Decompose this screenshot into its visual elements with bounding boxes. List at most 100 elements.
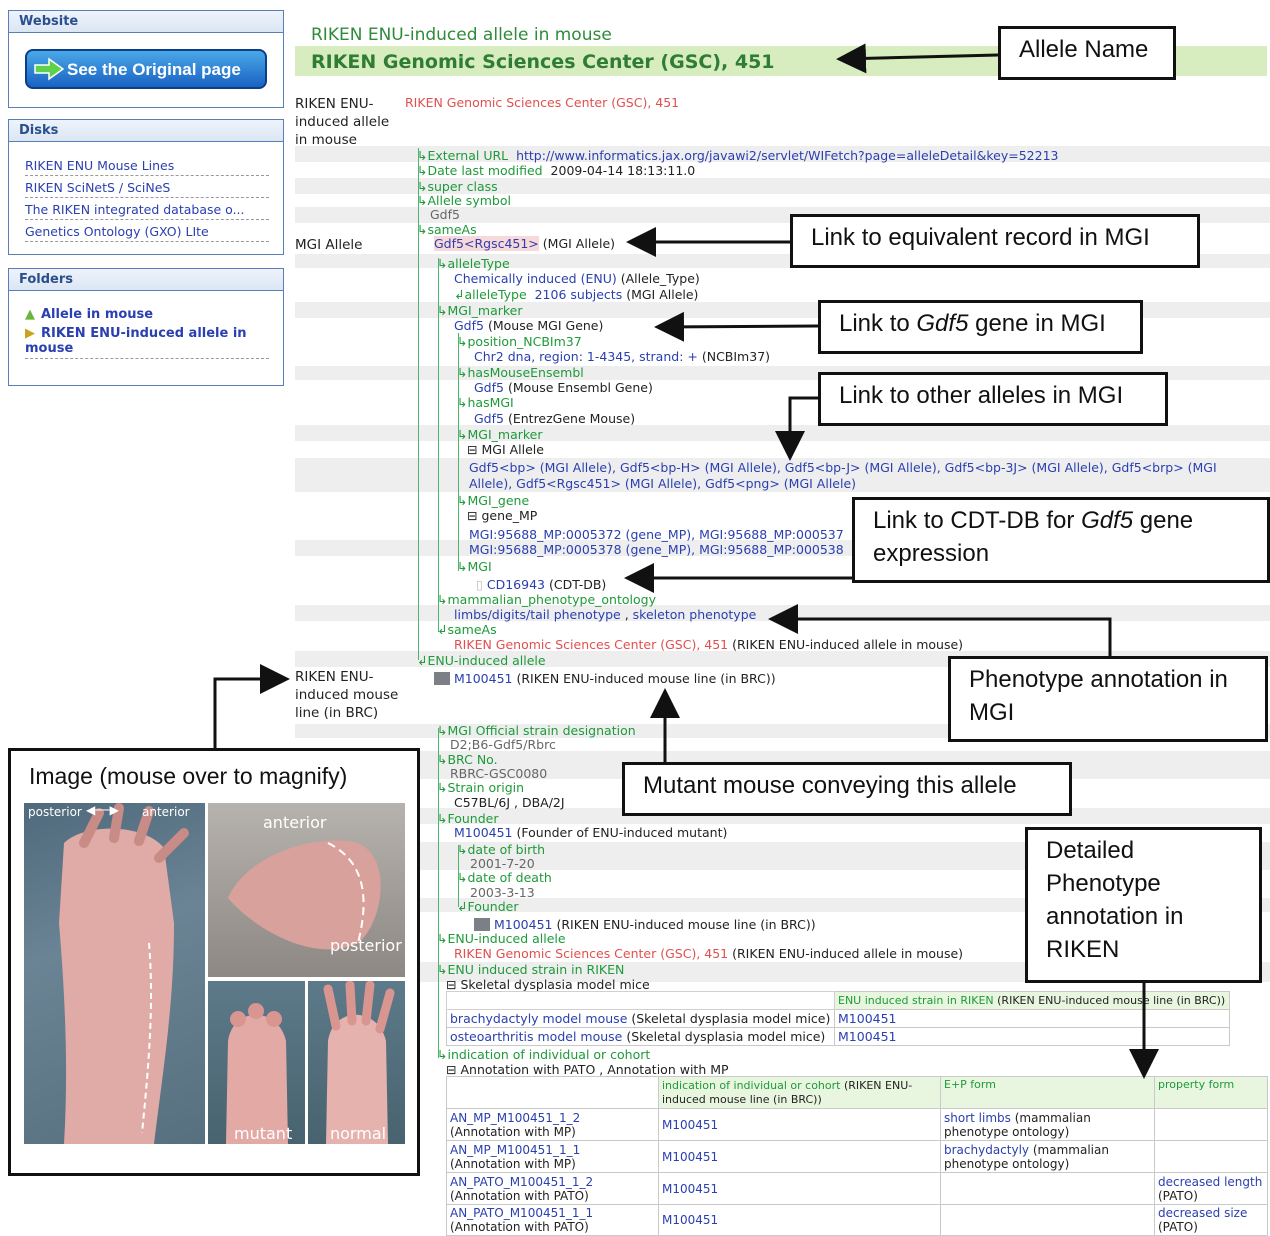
annot-ep-cell: short limbs (mammalian phenotype ontolog… xyxy=(940,1108,1155,1141)
annot-id-link[interactable]: AN_PATO_M100451_1_1 xyxy=(450,1206,593,1220)
annot-ind-link[interactable]: M100451 xyxy=(658,1204,941,1236)
dob-row: ↳date of birth xyxy=(457,842,546,857)
founder2-link[interactable]: M100451 xyxy=(494,917,553,932)
dob-value: 2001-7-20 xyxy=(470,856,535,871)
tree-line xyxy=(438,728,439,1058)
row-band xyxy=(295,425,1270,441)
brc-row: ↳BRC No. xyxy=(437,752,498,767)
subjects-link[interactable]: 2106 subjects xyxy=(535,287,623,302)
entrez-link[interactable]: Gdf5 xyxy=(474,411,504,426)
gsc-link[interactable]: RIKEN Genomic Sciences Center (GSC), 451 xyxy=(454,637,728,652)
annot-ep-link[interactable]: brachydactyly xyxy=(944,1143,1029,1157)
disk-link-integrated[interactable]: The RIKEN integrated database o... xyxy=(25,198,269,220)
collapse-icon[interactable]: ⊟ xyxy=(446,977,456,992)
alleletype-row: ↳alleleType xyxy=(437,256,510,271)
disk-link-gxo[interactable]: Genetics Ontology (GXO) LIte xyxy=(25,220,269,242)
pheno-link-skeleton[interactable]: skeleton phenotype xyxy=(633,607,757,622)
mp-line1[interactable]: MGI:95688_MP:0005372 (gene_MP), MGI:9568… xyxy=(469,527,844,542)
strain-value: C57BL/6J , DBA/2J xyxy=(454,795,565,810)
collapse-icon[interactable]: ⊟ xyxy=(467,508,477,523)
skeletal-tree[interactable]: ⊟ Skeletal dysplasia model mice xyxy=(446,977,650,992)
annot-id-link[interactable]: AN_MP_M100451_1_2 xyxy=(450,1111,580,1125)
annot-prop-cell xyxy=(1154,1140,1268,1173)
row-label-mouse-line: RIKEN ENU-induced mouse line (in BRC) xyxy=(295,669,399,721)
sameas2-row: ↲sameAs xyxy=(437,622,497,637)
annot-id-link[interactable]: AN_PATO_M100451_1_2 xyxy=(450,1175,593,1189)
other-alleles-line2[interactable]: Allele), Gdf5<Rgsc451> (MGI Allele), Gdf… xyxy=(469,476,856,491)
other-alleles-line1[interactable]: Gdf5<bp> (MGI Allele), Gdf5<bp-H> (MGI A… xyxy=(469,460,1217,475)
mutant-foot-photo[interactable]: mutant xyxy=(208,981,305,1144)
annot-header-ep: E+P form xyxy=(940,1076,1155,1109)
strain-link[interactable]: brachydactyly model mouse xyxy=(450,1011,627,1026)
mp-line2[interactable]: MGI:95688_MP:0005378 (gene_MP), MGI:9568… xyxy=(469,542,844,557)
gsc2-link[interactable]: RIKEN Genomic Sciences Center (GSC), 451 xyxy=(454,946,728,961)
folder-allele-in-mouse[interactable]: ▲ Allele in mouse xyxy=(25,305,269,324)
normal-foot-photo[interactable]: normal xyxy=(308,981,405,1144)
indication-row: ↳indication of individual or cohort xyxy=(437,1047,651,1062)
annot-id-link[interactable]: AN_MP_M100451_1_1 xyxy=(450,1143,580,1157)
annot-prop-cell xyxy=(1154,1108,1268,1141)
annot-ind-link[interactable]: M100451 xyxy=(658,1140,941,1173)
annot-ep-link[interactable]: short limbs xyxy=(944,1111,1011,1125)
strain-table-corner xyxy=(446,991,835,1010)
founder2-row: ↲Founder xyxy=(457,899,519,914)
strain-name-cell: osteoarthritis model mouse (Skeletal dys… xyxy=(446,1027,835,1046)
strain-name-cell: brachydactyly model mouse (Skeletal dysp… xyxy=(446,1009,835,1028)
mgi-allele-link[interactable]: Gdf5<Rgsc451> xyxy=(434,236,539,251)
gene-mp-tree[interactable]: ⊟ gene_MP xyxy=(467,508,537,523)
super-class-row[interactable]: ↳super class xyxy=(417,179,498,194)
class-name: RIKEN ENU-induced allele in mouse xyxy=(311,25,612,45)
annot-prop-link[interactable]: decreased size xyxy=(1158,1206,1247,1220)
mouse-line-link[interactable]: M100451 xyxy=(454,671,513,686)
disks-box: Disks RIKEN ENU Mouse Lines RIKEN SciNet… xyxy=(8,119,284,255)
cd-link[interactable]: CD16943 xyxy=(487,577,545,592)
gdf5-gene-link[interactable]: Gdf5 xyxy=(454,318,484,333)
entrez-row: Gdf5 (EntrezGene Mouse) xyxy=(474,411,636,426)
mouse-line-row: M100451 (RIKEN ENU-induced mouse line (i… xyxy=(434,671,776,686)
collapse-icon[interactable]: ⊟ xyxy=(467,442,477,457)
annot-prop-link[interactable]: decreased length xyxy=(1158,1175,1262,1189)
allele-title: RIKEN Genomic Sciences Center (GSC), 451 xyxy=(311,51,775,73)
image-panel-title: Image (mouse over to magnify) xyxy=(29,763,348,789)
strain-id-link[interactable]: M100451 xyxy=(834,1009,1230,1028)
ensembl-gene-link[interactable]: Gdf5 xyxy=(474,380,504,395)
double-arrow-icon: ◀──▶ xyxy=(86,803,119,817)
row-label-allele: RIKEN ENU-induced allele in mouse xyxy=(295,96,390,148)
callout-mutant-mouse: Mutant mouse conveying this allele xyxy=(622,762,1072,816)
annot-tree[interactable]: ⊟ Annotation with PATO , Annotation with… xyxy=(446,1062,729,1077)
website-box: Website See the Original page xyxy=(8,10,284,108)
label-normal: normal xyxy=(330,1124,387,1143)
hasmgi-row: ↳hasMGI xyxy=(457,395,514,410)
strain-link[interactable]: osteoarthritis model mouse xyxy=(450,1029,622,1044)
see-original-button[interactable]: See the Original page xyxy=(25,49,267,89)
founder-link[interactable]: M100451 xyxy=(454,825,513,840)
label-posterior-side: posterior xyxy=(330,936,402,955)
ensembl-row: ↳hasMouseEnsembl xyxy=(457,365,584,380)
mouse-foot-photo-side[interactable]: anterior posterior xyxy=(208,803,405,977)
mgi-allele-tree[interactable]: ⊟ MGI Allele xyxy=(467,442,544,457)
doc-icon: ▯ xyxy=(476,577,483,592)
annot-header-property: property form xyxy=(1154,1076,1268,1109)
mouse-foot-photo-large[interactable]: posterior anterior ◀──▶ xyxy=(24,803,205,1144)
collapse-icon[interactable]: ⊟ xyxy=(446,1062,456,1077)
official-row: ↳MGI Official strain designation xyxy=(437,723,636,738)
folder-enu-allele[interactable]: ▶ RIKEN ENU-induced allele in mouse xyxy=(25,324,269,359)
enu-allele2-row: ↳ENU-induced allele xyxy=(437,931,566,946)
top-value-link[interactable]: RIKEN Genomic Sciences Center (GSC), 451 xyxy=(405,95,679,110)
founder-value-row: M100451 (Founder of ENU-induced mutant) xyxy=(454,825,728,840)
annot-ind-link[interactable]: M100451 xyxy=(658,1108,941,1141)
strain-table-header: ENU induced strain in RIKEN (RIKEN ENU-i… xyxy=(834,991,1230,1010)
chr-link[interactable]: Chr2 dna, region: 1-4345, strand: + xyxy=(474,349,698,364)
chem-link[interactable]: Chemically induced (ENU) xyxy=(454,271,617,286)
disk-link-enu[interactable]: RIKEN ENU Mouse Lines xyxy=(25,156,269,176)
disk-link-scinets[interactable]: RIKEN SciNetS / SciNeS xyxy=(25,176,269,198)
label-posterior: posterior xyxy=(28,805,82,819)
label-anterior: anterior xyxy=(142,805,190,819)
external-url-link[interactable]: http://www.informatics.jax.org/javawi2/s… xyxy=(516,148,1058,163)
annot-ind-link[interactable]: M100451 xyxy=(658,1172,941,1205)
dod-row: ↳date of death xyxy=(457,870,552,885)
strain-id-link[interactable]: M100451 xyxy=(834,1027,1230,1046)
row-band xyxy=(295,605,1270,621)
folders-box-title: Folders xyxy=(9,269,283,291)
pheno-link-limbs[interactable]: limbs/digits/tail phenotype xyxy=(454,607,621,622)
